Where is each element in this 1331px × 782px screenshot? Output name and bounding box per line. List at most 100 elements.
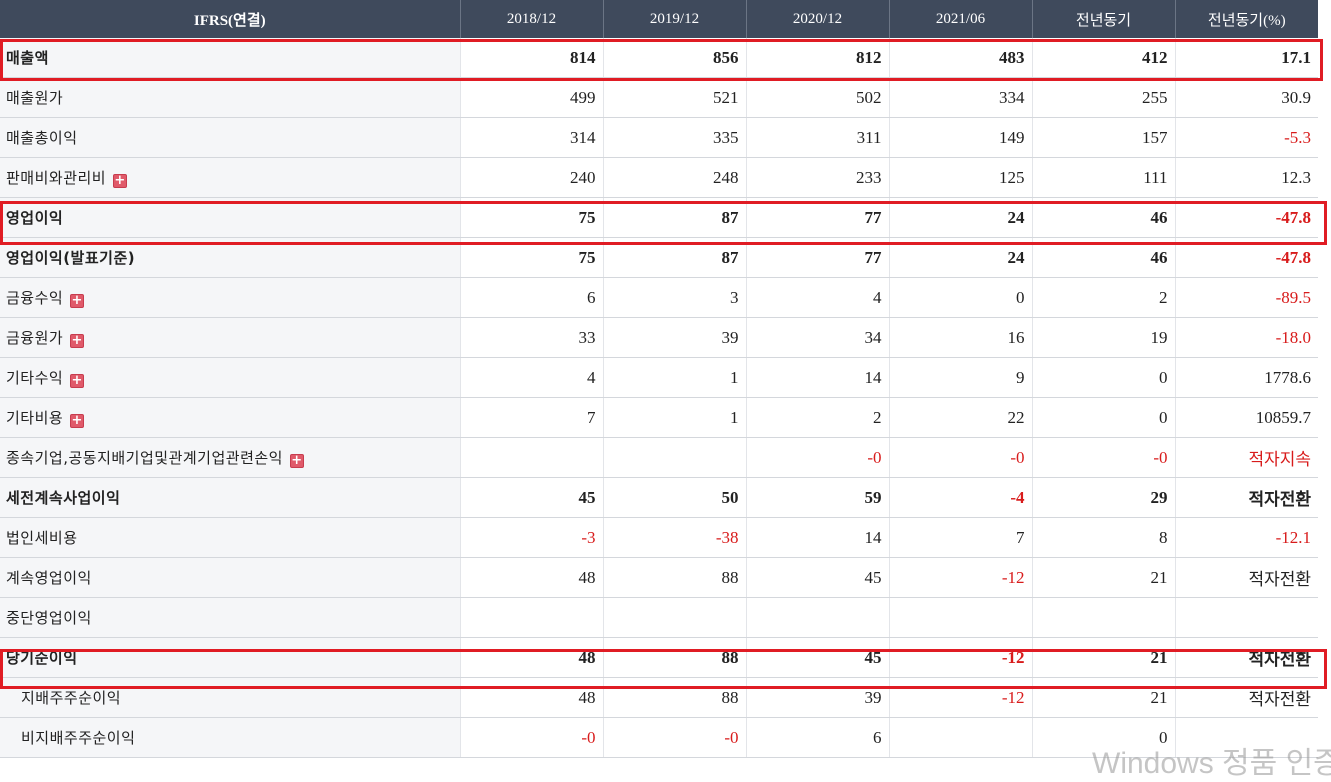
expand-plus-icon[interactable]: + (113, 174, 128, 188)
row-finance-income: 금융수익 + 6 3 4 0 2 -89.5 (0, 277, 1318, 318)
row-other-income: 기타수익 + 4 1 14 9 0 1778.6 (0, 357, 1318, 398)
cell: 75 (459, 197, 603, 238)
cell (602, 437, 746, 478)
cell: 29 (1031, 477, 1175, 518)
cell: 233 (745, 157, 889, 198)
row-label: 법인세비용 (0, 517, 460, 558)
cell: 21 (1031, 677, 1175, 718)
cell: 21 (1031, 557, 1175, 598)
cell: 22 (888, 397, 1032, 438)
row-revenue: 매출액 814 856 812 483 412 17.1 (0, 38, 1318, 78)
expand-plus-icon[interactable]: + (70, 294, 85, 308)
cell: 88 (602, 557, 746, 598)
row-label: 기타비용 + (0, 397, 460, 438)
row-net-income: 당기순이익 48 88 45 -12 21 적자전환 (0, 637, 1318, 678)
cell: -18.0 (1174, 317, 1318, 358)
cell: -0 (1031, 437, 1175, 478)
cell: 255 (1031, 77, 1175, 118)
cell: 2 (745, 397, 889, 438)
cell: 8 (1031, 517, 1175, 558)
header-col-2019-12: 2019/12 (602, 0, 746, 38)
cell: 314 (459, 117, 603, 158)
expand-plus-icon[interactable]: + (70, 334, 85, 348)
row-label: 세전계속사업이익 (0, 477, 460, 518)
cell: 46 (1031, 197, 1175, 238)
row-label: 중단영업이익 (0, 597, 460, 638)
cell: 814 (459, 38, 603, 78)
row-cost-of-sales: 매출원가 499 521 502 334 255 30.9 (0, 77, 1318, 118)
row-sga: 판매비와관리비 + 240 248 233 125 111 12.3 (0, 157, 1318, 198)
expand-plus-icon[interactable]: + (289, 454, 304, 468)
cell: 16 (888, 317, 1032, 358)
header-row: IFRS(연결) 2018/12 2019/12 2020/12 2021/06… (0, 0, 1318, 38)
cell: 6 (745, 717, 889, 758)
cell: 87 (602, 237, 746, 278)
cell: 499 (459, 77, 603, 118)
row-income-tax: 법인세비용 -3 -38 14 7 8 -12.1 (0, 517, 1318, 558)
cell: 483 (888, 38, 1032, 78)
cell: -5.3 (1174, 117, 1318, 158)
cell: 248 (602, 157, 746, 198)
cell: 856 (602, 38, 746, 78)
expand-plus-icon[interactable]: + (70, 414, 85, 428)
cell: 17.1 (1174, 38, 1318, 78)
windows-activation-watermark: Windows 정품 인증 (1092, 747, 1331, 780)
row-discontinued-ops-income: 중단영업이익 (0, 597, 1318, 638)
cell: 적자전환 (1174, 637, 1318, 678)
cell: 0 (1031, 397, 1175, 438)
cell: 502 (745, 77, 889, 118)
cell: 149 (888, 117, 1032, 158)
cell: 9 (888, 357, 1032, 398)
row-label: 비지배주주순이익 (0, 717, 460, 758)
cell: 0 (888, 277, 1032, 318)
header-col-prev-year-pct: 전년동기(%) (1174, 0, 1318, 38)
cell: 12.3 (1174, 157, 1318, 198)
cell (888, 717, 1032, 758)
cell: -0 (745, 437, 889, 478)
row-pretax-income: 세전계속사업이익 45 50 59 -4 29 적자전환 (0, 477, 1318, 518)
cell: 240 (459, 157, 603, 198)
row-controlling-net-income: 지배주주순이익 48 88 39 -12 21 적자전환 (0, 677, 1318, 718)
cell: 45 (745, 637, 889, 678)
cell: 적자전환 (1174, 477, 1318, 518)
row-gross-profit: 매출총이익 314 335 311 149 157 -5.3 (0, 117, 1318, 158)
row-operating-income-reported: 영업이익(발표기준) 75 87 77 24 46 -47.8 (0, 237, 1318, 278)
expand-plus-icon[interactable]: + (70, 374, 85, 388)
row-label: 금융수익 + (0, 277, 460, 318)
row-label: 매출총이익 (0, 117, 460, 158)
row-label: 판매비와관리비 + (0, 157, 460, 198)
cell (888, 597, 1032, 638)
cell: -12 (888, 677, 1032, 718)
cell: 7 (459, 397, 603, 438)
cell: 45 (459, 477, 603, 518)
cell: 1 (602, 357, 746, 398)
cell: -0 (459, 717, 603, 758)
header-ifrs-label: IFRS(연결) (0, 0, 460, 38)
cell: 21 (1031, 637, 1175, 678)
row-operating-income: 영업이익 75 87 77 24 46 -47.8 (0, 197, 1318, 238)
cell: 111 (1031, 157, 1175, 198)
cell: 77 (745, 197, 889, 238)
cell: -12 (888, 557, 1032, 598)
cell (602, 597, 746, 638)
cell: 335 (602, 117, 746, 158)
row-label: 기타수익 + (0, 357, 460, 398)
header-col-2020-12: 2020/12 (745, 0, 889, 38)
cell: -4 (888, 477, 1032, 518)
cell: 6 (459, 277, 603, 318)
cell: 87 (602, 197, 746, 238)
cell: 33 (459, 317, 603, 358)
row-other-expense: 기타비용 + 7 1 2 22 0 10859.7 (0, 397, 1318, 438)
cell (459, 437, 603, 478)
cell: 30.9 (1174, 77, 1318, 118)
row-equity-method-gain: 종속기업,공동지배기업및관계기업관련손익 + -0 -0 -0 적자지속 (0, 437, 1318, 478)
cell: 311 (745, 117, 889, 158)
cell: 39 (602, 317, 746, 358)
cell: -0 (888, 437, 1032, 478)
cell: 59 (745, 477, 889, 518)
cell: 적자전환 (1174, 557, 1318, 598)
cell: 34 (745, 317, 889, 358)
cell: 334 (888, 77, 1032, 118)
cell: 39 (745, 677, 889, 718)
cell: 125 (888, 157, 1032, 198)
